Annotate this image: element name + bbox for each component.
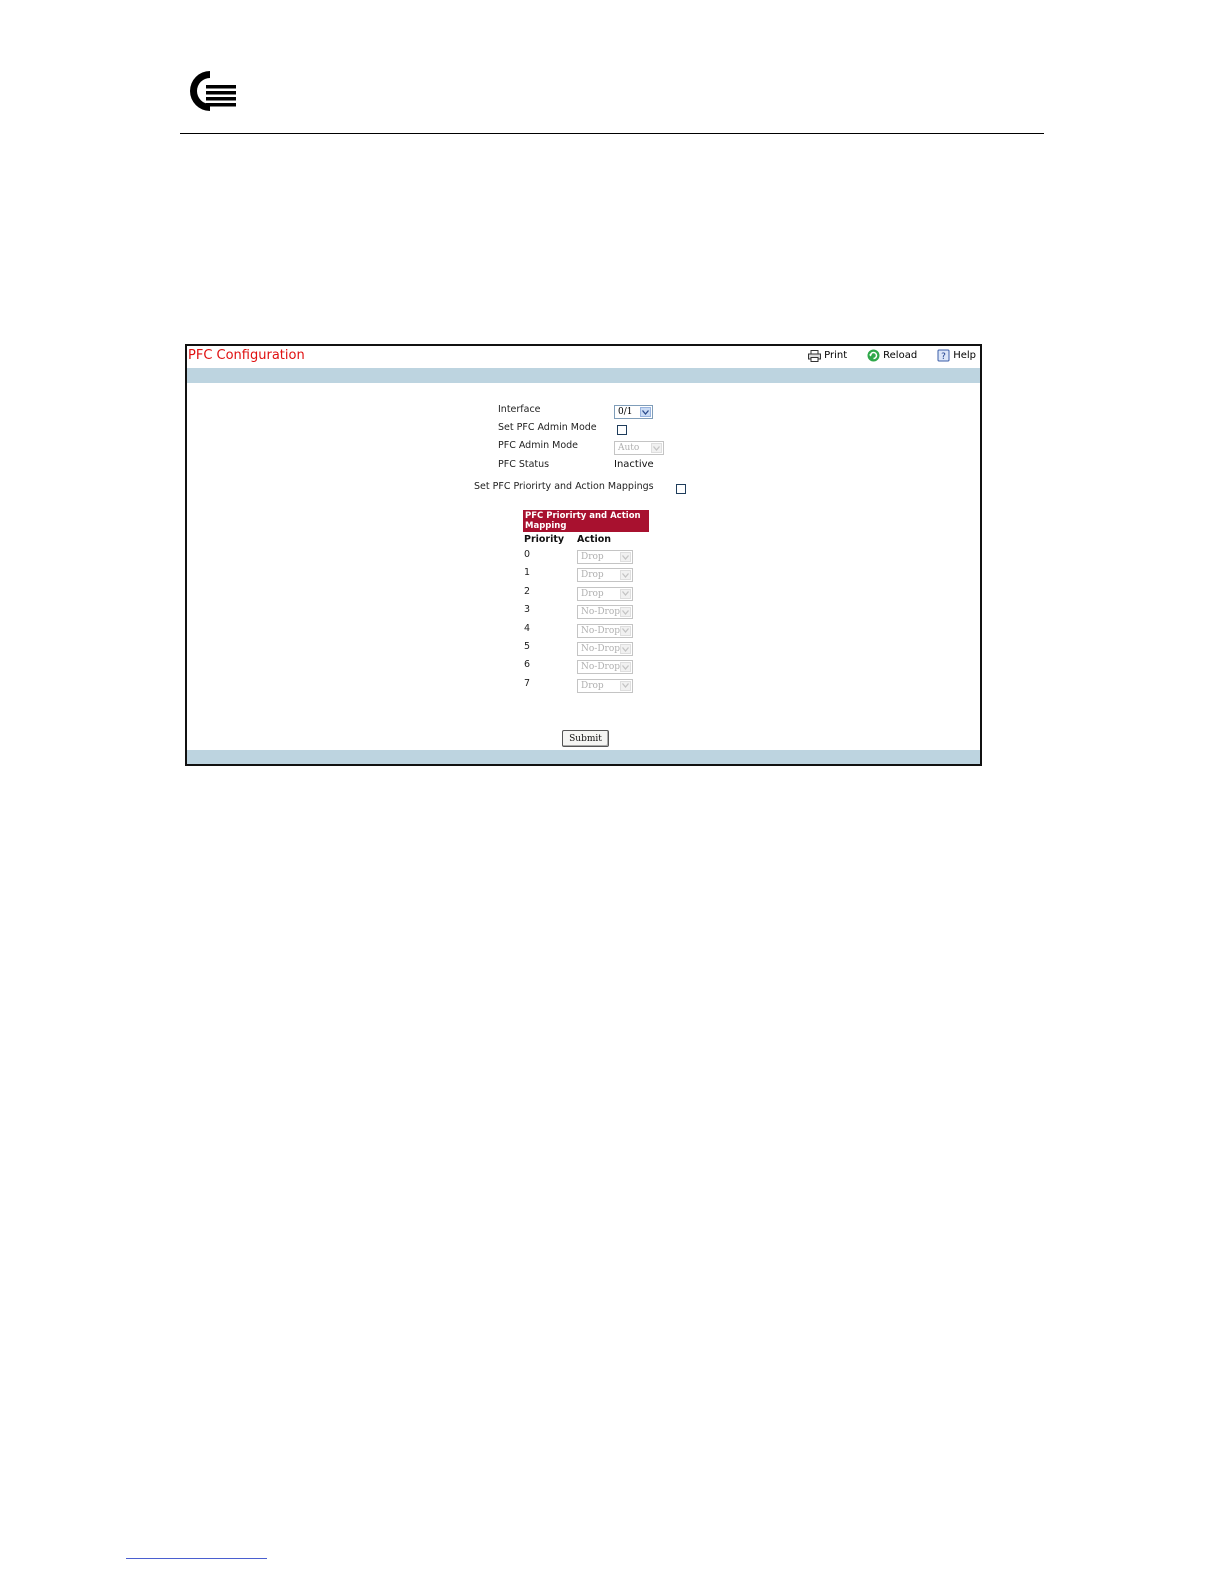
print-label: Print — [824, 350, 848, 361]
interface-select[interactable]: 0/1 — [614, 405, 653, 419]
reload-label: Reload — [883, 350, 918, 361]
interface-label: Interface — [498, 404, 541, 415]
help-button[interactable]: ? Help — [937, 349, 976, 362]
set-mappings-checkbox[interactable] — [676, 484, 686, 494]
priority-value: 0 — [524, 549, 531, 560]
action-select[interactable]: Drop — [577, 678, 633, 693]
chevron-down-icon — [620, 625, 631, 636]
chevron-down-icon — [620, 662, 631, 673]
action-value: No-Drop — [581, 644, 621, 654]
printer-icon — [808, 349, 822, 362]
action-select[interactable]: No-Drop — [577, 642, 633, 656]
help-book-icon: ? — [937, 349, 950, 362]
chevron-down-icon — [620, 588, 631, 599]
action-value: Drop — [581, 570, 604, 581]
reload-button[interactable]: Reload — [867, 349, 917, 362]
action-column-header: Action — [577, 534, 612, 545]
chevron-down-icon — [620, 552, 631, 562]
action-select[interactable]: Drop — [577, 586, 633, 601]
footer-divider — [126, 1558, 267, 1559]
admin-mode-label: PFC Admin Mode — [498, 440, 579, 451]
priority-column-header: Priority — [524, 534, 565, 545]
pfc-status-label: PFC Status — [498, 459, 550, 470]
action-value: Drop — [581, 552, 604, 562]
action-value: Drop — [581, 680, 604, 691]
chevron-down-icon — [620, 570, 631, 581]
header-band — [187, 368, 980, 383]
chevron-down-icon — [640, 407, 651, 417]
priority-value: 5 — [524, 641, 531, 652]
mapping-table-header: PFC Priorirty and Action Mapping — [523, 510, 649, 532]
action-select[interactable]: No-Drop — [577, 660, 633, 675]
priority-value: 4 — [524, 622, 531, 634]
action-value: No-Drop — [581, 625, 621, 636]
qlogic-logo-icon — [190, 71, 236, 111]
interface-value: 0/1 — [618, 407, 633, 417]
chevron-down-icon — [620, 607, 631, 618]
admin-mode-select[interactable]: Auto — [614, 441, 664, 455]
action-select[interactable]: Drop — [577, 550, 633, 564]
footer-band — [187, 750, 980, 764]
pfc-status-value: Inactive — [614, 459, 654, 470]
priority-value: 3 — [524, 604, 531, 616]
priority-value: 2 — [524, 585, 531, 597]
svg-text:?: ? — [941, 352, 946, 362]
title-bar: PFC Configuration Print Reload ? Help — [187, 346, 980, 368]
priority-value: 1 — [524, 567, 531, 579]
chevron-down-icon — [620, 680, 631, 691]
action-select[interactable]: No-Drop — [577, 623, 633, 638]
chevron-down-icon — [651, 443, 662, 453]
action-value: No-Drop — [581, 662, 621, 673]
admin-mode-value: Auto — [618, 443, 640, 453]
submit-button[interactable]: Submit — [562, 730, 609, 747]
help-label: Help — [953, 350, 976, 361]
page-title: PFC Configuration — [188, 348, 305, 363]
chevron-down-icon — [620, 644, 631, 654]
reload-icon — [867, 349, 880, 362]
header-divider — [180, 133, 1044, 134]
action-value: No-Drop — [581, 607, 621, 618]
pfc-configuration-panel: PFC Configuration Print Reload ? Help In… — [185, 344, 982, 766]
print-button[interactable]: Print — [808, 349, 848, 362]
action-select[interactable]: Drop — [577, 568, 633, 583]
toolbar: Print Reload ? Help — [788, 349, 976, 362]
set-mappings-label: Set PFC Priorirty and Action Mappings — [474, 481, 654, 492]
set-admin-mode-checkbox[interactable] — [617, 425, 627, 435]
priority-value: 6 — [524, 659, 531, 671]
set-admin-mode-label: Set PFC Admin Mode — [498, 422, 597, 433]
priority-value: 7 — [524, 677, 531, 689]
action-select[interactable]: No-Drop — [577, 605, 633, 620]
action-value: Drop — [581, 588, 604, 599]
